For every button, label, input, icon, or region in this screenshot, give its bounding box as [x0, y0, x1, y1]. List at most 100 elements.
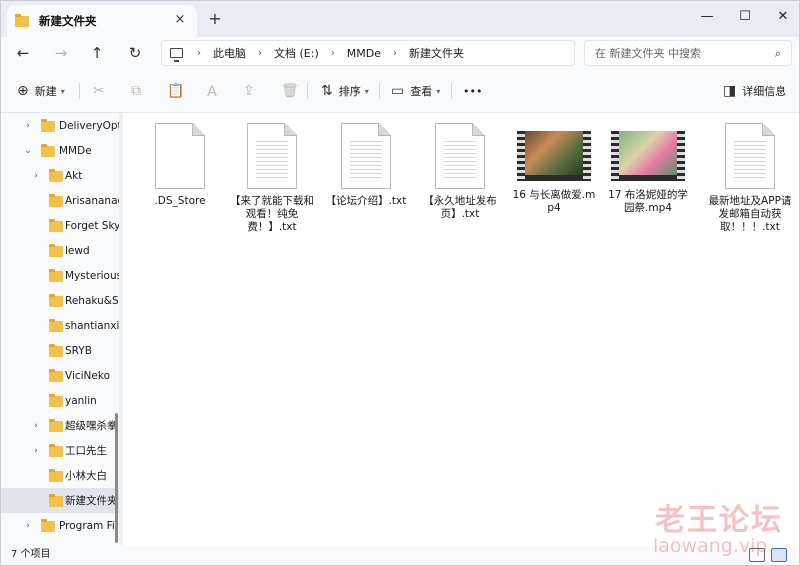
file-item[interactable]: 【论坛介绍】.txt	[323, 121, 409, 208]
folder-icon	[49, 219, 63, 232]
sidebar-item[interactable]: lewd	[1, 238, 119, 263]
up-button[interactable]: ↑	[87, 43, 107, 63]
command-bar: ⊕ 新建 ▾ ✂ ⧉ 📋 Ａ ⇪ 🗑 ⇅ 排序 ▾ ▭ 查看 ▾ ••• ◨ 详…	[1, 69, 799, 113]
view-button[interactable]: ▭ 查看 ▾	[391, 81, 440, 101]
new-tab-button[interactable]: +	[207, 11, 223, 27]
rename-button[interactable]: Ａ	[205, 81, 225, 101]
text-file-icon	[725, 123, 775, 189]
title-bar: 新建文件夹 × + — ☐ ✕	[1, 1, 799, 37]
watermark-title: 老王论坛	[655, 503, 783, 538]
folder-icon	[49, 469, 63, 482]
sidebar-item[interactable]: Arisananac	[1, 188, 119, 213]
sidebar-item[interactable]: ViciNeko	[1, 363, 119, 388]
file-name: 16 与长离做爱.mp4	[512, 189, 596, 214]
video-thumbnail-icon	[517, 131, 591, 181]
file-item[interactable]: 17 布洛妮娅的学园祭.mp4	[605, 121, 691, 215]
sidebar-item[interactable]: ⌄ MMDe	[1, 138, 119, 163]
sidebar-item[interactable]: Rehaku&S	[1, 288, 119, 313]
tab-active[interactable]: 新建文件夹 ×	[7, 5, 197, 37]
breadcrumb-mmde[interactable]: MMDe	[347, 47, 381, 60]
delete-button[interactable]: 🗑	[281, 81, 305, 101]
sidebar-item-label: 工口先生	[65, 445, 107, 457]
more-options-button[interactable]: •••	[463, 81, 482, 101]
new-label: 新建	[34, 85, 57, 98]
chevron-right-icon[interactable]: ›	[23, 121, 33, 131]
sidebar-item-label: Program Fil	[59, 519, 118, 532]
sidebar-item[interactable]: 新建文件夹	[1, 488, 119, 513]
share-icon: ⇪	[243, 83, 255, 99]
new-button[interactable]: ⊕ 新建 ▾	[17, 81, 65, 101]
sidebar-item-label: Forget Sky	[65, 219, 119, 232]
sidebar-item[interactable]: Forget Sky	[1, 213, 119, 238]
sidebar-item[interactable]: › 工口先生	[1, 438, 119, 463]
file-item[interactable]: 【永久地址发布页】.txt	[417, 121, 503, 221]
chevron-right-icon: ›	[197, 47, 201, 59]
folder-icon	[49, 194, 63, 207]
copy-button[interactable]: ⧉	[131, 81, 147, 101]
navigation-bar: ← → ↑ ↻ › 此电脑 › 文档 (E:) › MMDe › 新建文件夹 在…	[1, 37, 799, 69]
close-tab-icon[interactable]: ×	[173, 13, 187, 27]
chevron-right-icon[interactable]: ›	[31, 171, 41, 181]
refresh-button[interactable]: ↻	[125, 43, 145, 63]
share-button[interactable]: ⇪	[243, 81, 261, 101]
folder-icon	[49, 269, 63, 282]
back-button[interactable]: ←	[13, 43, 33, 63]
search-input[interactable]: 在 新建文件夹 中搜索 ⌕	[584, 40, 792, 66]
sidebar-item[interactable]: Mysterious	[1, 263, 119, 288]
sidebar-item-label: Akt	[65, 169, 83, 182]
text-file-icon	[341, 123, 391, 189]
folder-icon	[41, 119, 55, 132]
divider	[79, 83, 80, 99]
cut-button[interactable]: ✂	[93, 81, 111, 101]
clipboard-icon: 📋	[167, 83, 185, 99]
file-name: 17 布洛妮娅的学园祭.mp4	[608, 189, 688, 214]
sidebar-item[interactable]: › Program Fil	[1, 513, 119, 538]
maximize-button[interactable]: ☐	[733, 7, 757, 27]
sidebar-item-label: Mysterious	[65, 269, 119, 282]
search-placeholder: 在 新建文件夹 中搜索	[595, 47, 701, 60]
sidebar-item[interactable]: 小林大白	[1, 463, 119, 488]
sidebar-scrollbar[interactable]	[115, 413, 118, 543]
folder-icon	[49, 444, 63, 457]
file-item[interactable]: 16 与长离做爱.mp4	[511, 121, 597, 215]
folder-icon	[41, 519, 55, 532]
sidebar-item[interactable]: › DeliveryOpt	[1, 113, 119, 138]
sidebar-item[interactable]: › 超级嘿杀拳	[1, 413, 119, 438]
plus-circle-icon: ⊕	[17, 83, 29, 99]
file-item[interactable]: .DS_Store	[137, 121, 223, 208]
chevron-right-icon: ›	[330, 47, 335, 59]
icons-view-toggle[interactable]	[771, 548, 787, 562]
chevron-right-icon: ›	[392, 47, 397, 59]
chevron-right-icon[interactable]: ›	[31, 421, 41, 431]
file-item[interactable]: 最新地址及APP请发邮箱自动获取！！！.txt	[707, 121, 793, 234]
sort-button[interactable]: ⇅ 排序 ▾	[321, 81, 369, 101]
breadcrumb-drive-e[interactable]: 文档 (E:)	[274, 45, 319, 61]
computer-icon	[170, 48, 183, 62]
sidebar-item-label: DeliveryOpt	[59, 119, 119, 132]
sidebar-item[interactable]: yanlin	[1, 388, 119, 413]
text-file-icon	[435, 123, 485, 189]
details-pane-button[interactable]: ◨ 详细信息	[723, 81, 786, 101]
sidebar-item[interactable]: shantianxia	[1, 313, 119, 338]
divider	[307, 83, 308, 99]
address-bar[interactable]: › 此电脑 › 文档 (E:) › MMDe › 新建文件夹	[161, 40, 575, 66]
sidebar-item-label: 小林大白	[65, 470, 107, 482]
breadcrumb-this-pc[interactable]: 此电脑	[213, 45, 246, 61]
folder-icon	[49, 494, 63, 507]
file-item[interactable]: 【来了就能下载和观看！纯免费！】.txt	[229, 121, 315, 234]
divider	[451, 83, 452, 99]
close-window-button[interactable]: ✕	[771, 7, 795, 27]
paste-button[interactable]: 📋	[167, 81, 190, 101]
breadcrumb-current-folder[interactable]: 新建文件夹	[409, 45, 464, 61]
chevron-down-icon[interactable]: ⌄	[23, 146, 33, 156]
watermark-url: laowang.vip	[653, 535, 768, 557]
details-label: 详细信息	[742, 85, 787, 98]
chevron-right-icon[interactable]: ›	[23, 521, 33, 531]
sidebar-item[interactable]: › Akt	[1, 163, 119, 188]
folder-icon	[49, 244, 63, 257]
forward-button[interactable]: →	[51, 43, 71, 63]
minimize-button[interactable]: —	[695, 7, 719, 27]
chevron-right-icon[interactable]: ›	[31, 446, 41, 456]
sidebar-item[interactable]: SRYB	[1, 338, 119, 363]
folder-icon	[49, 394, 63, 407]
